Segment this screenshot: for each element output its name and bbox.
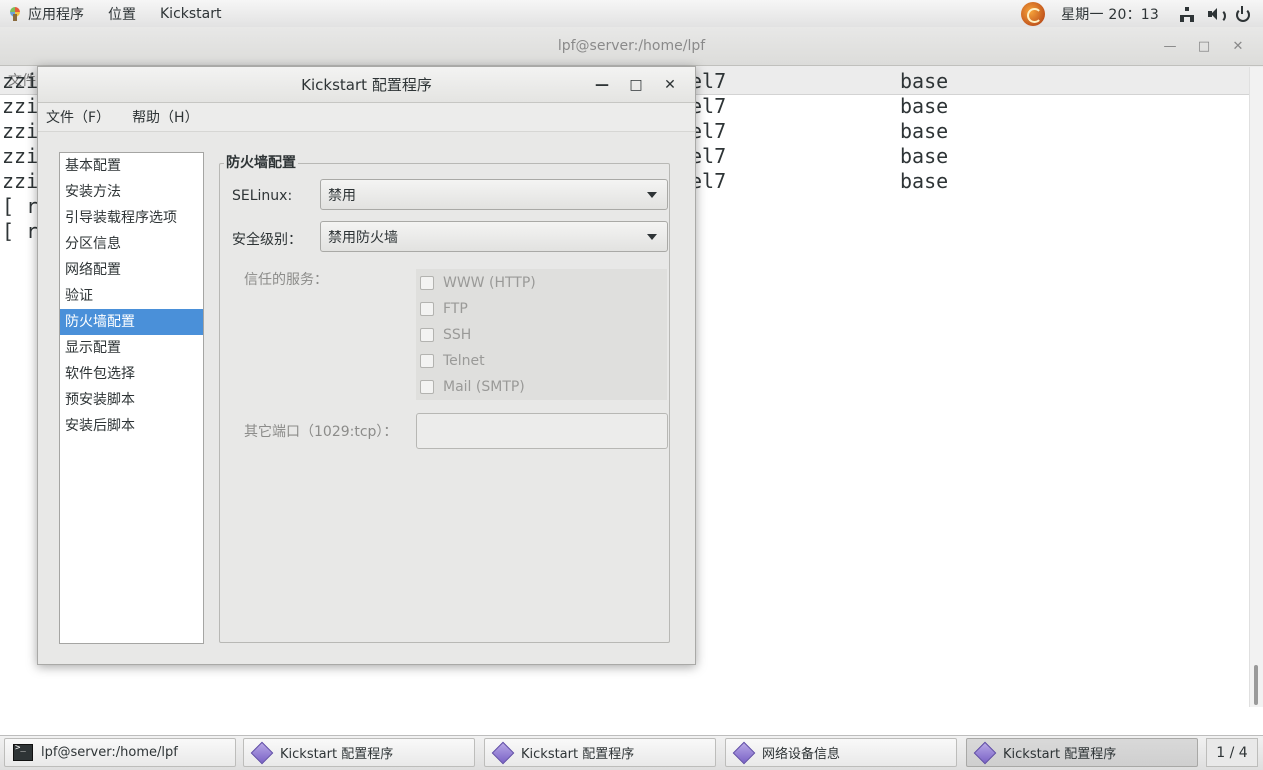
category-item-network[interactable]: 网络配置 <box>60 257 203 283</box>
terminal-titlebar[interactable]: lpf@server:/home/lpf — □ ✕ <box>0 27 1263 66</box>
checkbox[interactable] <box>420 328 434 342</box>
applications-menu[interactable]: 应用程序 <box>0 0 96 27</box>
task-kickstart-active[interactable]: Kickstart 配置程序 <box>966 738 1198 767</box>
places-menu[interactable]: 位置 <box>96 0 148 27</box>
category-item-post-script[interactable]: 安装后脚本 <box>60 413 203 439</box>
checkbox[interactable] <box>420 302 434 316</box>
kickstart-icon <box>732 741 756 764</box>
dialog-title: Kickstart 配置程序 <box>301 76 432 94</box>
panel-title: 防火墙配置 <box>224 152 298 172</box>
applications-icon <box>8 6 22 21</box>
minimize-icon[interactable]: — <box>585 77 619 93</box>
security-level-label: 安全级别： <box>232 232 302 248</box>
category-item-install-method[interactable]: 安装方法 <box>60 179 203 205</box>
workspace-pager[interactable]: 1 / 4 <box>1206 738 1258 767</box>
task-kickstart-2[interactable]: Kickstart 配置程序 <box>484 738 716 767</box>
category-item-display[interactable]: 显示配置 <box>60 335 203 361</box>
chevron-down-icon <box>647 192 657 198</box>
other-ports-input[interactable] <box>416 413 668 449</box>
firefox-icon[interactable] <box>1021 1 1046 26</box>
checkbox[interactable] <box>420 380 434 394</box>
category-item-auth[interactable]: 验证 <box>60 283 203 309</box>
terminal-line: zzi el7 base <box>2 119 949 143</box>
terminal-title: lpf@server:/home/lpf <box>557 38 706 54</box>
maximize-icon[interactable]: □ <box>619 77 653 93</box>
selinux-label: SELinux: <box>232 188 293 204</box>
service-www[interactable]: WWW (HTTP) <box>420 273 536 293</box>
power-icon[interactable] <box>1235 5 1251 22</box>
kickstart-dialog: Kickstart 配置程序 — □ ✕ 文件（F） 帮助（H） 基本配置 安装… <box>37 66 696 665</box>
top-panel: 应用程序 位置 Kickstart 星期一 20：13 <box>0 0 1263 28</box>
task-label: 网络设备信息 <box>762 747 841 762</box>
checkbox[interactable] <box>420 276 434 290</box>
kickstart-icon <box>973 741 997 764</box>
network-icon[interactable] <box>1179 6 1195 22</box>
category-item-packages[interactable]: 软件包选择 <box>60 361 203 387</box>
clock[interactable]: 星期一 20：13 <box>1061 4 1159 24</box>
menu-file[interactable]: 文件（F） <box>46 107 110 127</box>
terminal-line: zzi el7 base <box>2 69 949 93</box>
service-telnet[interactable]: Telnet <box>420 351 485 371</box>
terminal-line: zzi el7 base <box>2 169 949 193</box>
chevron-down-icon <box>647 234 657 240</box>
task-network-info[interactable]: 网络设备信息 <box>725 738 957 767</box>
dialog-titlebar[interactable]: Kickstart 配置程序 — □ ✕ <box>38 67 695 103</box>
other-ports-label: 其它端口（1029:tcp）： <box>244 424 398 440</box>
category-item-pre-script[interactable]: 预安装脚本 <box>60 387 203 413</box>
menu-help[interactable]: 帮助（H） <box>132 107 199 127</box>
task-label: Kickstart 配置程序 <box>521 747 635 762</box>
terminal-icon <box>13 743 33 761</box>
places-label: 位置 <box>108 6 136 23</box>
security-level-value: 禁用防火墙 <box>328 229 398 246</box>
security-level-dropdown[interactable]: 禁用防火墙 <box>320 221 668 252</box>
trusted-services-list: WWW (HTTP) FTP SSH Telnet Mail (SMTP) <box>416 269 667 400</box>
terminal-line: zzi el7 base <box>2 144 949 168</box>
applications-label: 应用程序 <box>28 6 84 23</box>
checkbox[interactable] <box>420 354 434 368</box>
category-item-partition[interactable]: 分区信息 <box>60 231 203 257</box>
task-label: lpf@server:/home/lpf <box>41 745 178 760</box>
kickstart-icon <box>491 741 515 764</box>
terminal-scrollbar[interactable] <box>1249 67 1263 707</box>
service-ftp[interactable]: FTP <box>420 299 468 319</box>
selinux-dropdown[interactable]: 禁用 <box>320 179 668 210</box>
service-mail[interactable]: Mail (SMTP) <box>420 377 525 397</box>
terminal-line: zzi el7 base <box>2 94 949 118</box>
selinux-value: 禁用 <box>328 187 356 204</box>
app-menu-label: Kickstart <box>160 5 222 22</box>
service-ssh[interactable]: SSH <box>420 325 471 345</box>
trusted-services-label: 信任的服务： <box>244 272 328 288</box>
category-list: 基本配置 安装方法 引导装载程序选项 分区信息 网络配置 验证 防火墙配置 显示… <box>59 152 204 644</box>
taskbar: lpf@server:/home/lpf Kickstart 配置程序 Kick… <box>0 735 1263 770</box>
task-label: Kickstart 配置程序 <box>280 747 394 762</box>
app-menu[interactable]: Kickstart <box>148 0 233 27</box>
status-area: 星期一 20：13 <box>1021 0 1263 27</box>
volume-icon[interactable] <box>1207 6 1226 23</box>
dialog-menubar: 文件（F） 帮助（H） <box>38 103 695 132</box>
task-kickstart-1[interactable]: Kickstart 配置程序 <box>243 738 475 767</box>
category-item-firewall[interactable]: 防火墙配置 <box>60 309 203 335</box>
maximize-icon[interactable]: □ <box>1187 39 1221 54</box>
task-label: Kickstart 配置程序 <box>1003 747 1117 762</box>
scrollbar-thumb[interactable] <box>1254 665 1258 705</box>
kickstart-icon <box>250 741 274 764</box>
task-terminal[interactable]: lpf@server:/home/lpf <box>4 738 236 767</box>
category-item-basic[interactable]: 基本配置 <box>60 153 203 179</box>
close-icon[interactable]: ✕ <box>1221 39 1255 54</box>
category-item-bootloader[interactable]: 引导装载程序选项 <box>60 205 203 231</box>
close-icon[interactable]: ✕ <box>653 77 687 93</box>
minimize-icon[interactable]: — <box>1153 39 1187 54</box>
